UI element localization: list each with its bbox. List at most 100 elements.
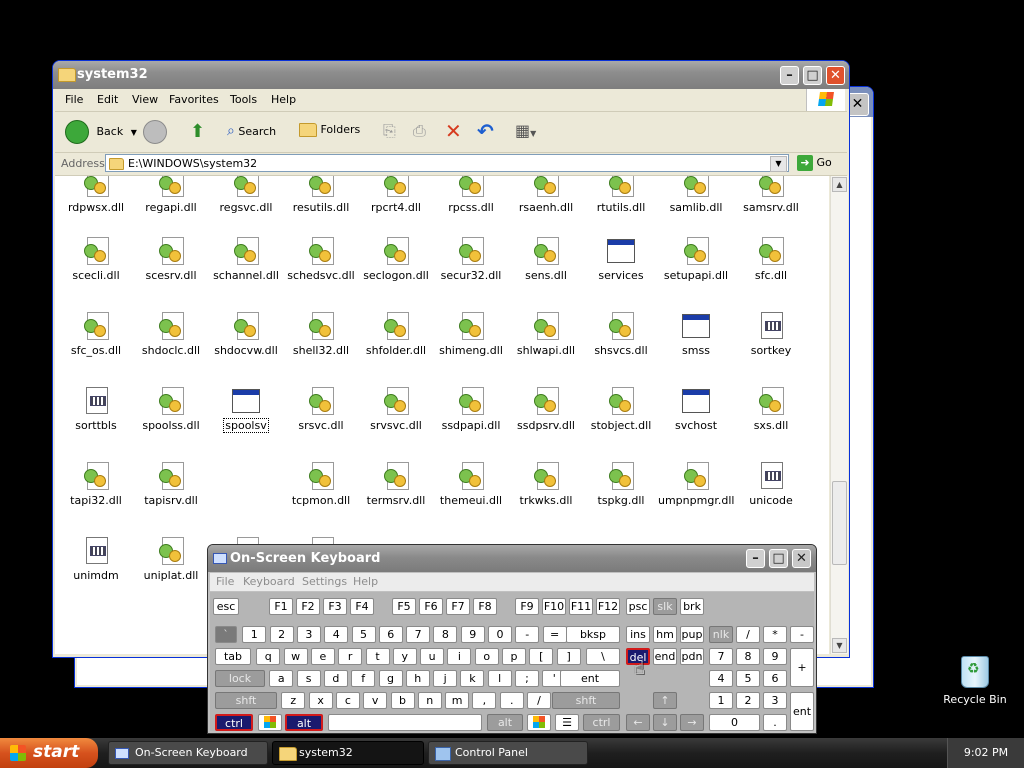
scroll-thumb[interactable] xyxy=(832,481,847,565)
on-screen-keyboard-window[interactable]: On-Screen Keyboard – □ ✕ File Keyboard S… xyxy=(207,544,817,734)
address-input[interactable]: E:\WINDOWS\system32 ▼ xyxy=(105,154,789,172)
key-esc[interactable]: esc xyxy=(213,598,239,615)
key-row4-7[interactable]: j xyxy=(433,670,458,687)
key-row2-11[interactable]: - xyxy=(515,626,540,643)
key-slk[interactable]: slk xyxy=(653,598,677,615)
osk-minimize-button[interactable]: – xyxy=(746,549,765,568)
file-item[interactable]: shdocvw.dll xyxy=(208,311,284,357)
key-row2-7[interactable]: 7 xyxy=(406,626,431,643)
key-row2-2[interactable]: 2 xyxy=(269,626,294,643)
key-num-4[interactable]: 4 xyxy=(709,670,733,687)
file-item[interactable]: scecli.dll xyxy=(58,236,134,282)
file-item[interactable]: unimdm xyxy=(58,536,134,582)
explorer-titlebar[interactable]: system32 – □ ✕ xyxy=(53,61,849,89)
undo-icon[interactable]: ↶ xyxy=(477,119,494,143)
key-row3-4[interactable]: r xyxy=(338,648,363,665)
key-row3-11[interactable]: [ xyxy=(529,648,554,665)
key-row3-1[interactable]: q xyxy=(256,648,281,665)
key-backtick[interactable]: ` xyxy=(215,626,237,643)
key-row3-2[interactable]: w xyxy=(283,648,308,665)
key-row5-4[interactable]: v xyxy=(363,692,388,709)
menu-help[interactable]: Help xyxy=(271,93,296,106)
key-num-9[interactable]: 9 xyxy=(763,648,787,665)
file-item[interactable]: unicode xyxy=(733,461,809,507)
file-item[interactable]: tspkg.dll xyxy=(583,461,659,507)
file-item[interactable]: shlwapi.dll xyxy=(508,311,584,357)
key-left-windows[interactable] xyxy=(258,714,282,731)
file-item[interactable]: seclogon.dll xyxy=(358,236,434,282)
file-item[interactable]: sortkey xyxy=(733,311,809,357)
key-row4-9[interactable]: l xyxy=(487,670,512,687)
task-control-panel[interactable]: Control Panel xyxy=(428,741,588,765)
osk-menu-settings[interactable]: Settings xyxy=(302,575,347,588)
file-item[interactable]: sfc_os.dll xyxy=(58,311,134,357)
key-num-2[interactable]: 2 xyxy=(736,692,760,709)
file-item[interactable]: services xyxy=(583,236,659,282)
key-row2-9[interactable]: 9 xyxy=(460,626,485,643)
key-num-1[interactable]: 1 xyxy=(709,692,733,709)
key-brk[interactable]: brk xyxy=(680,598,704,615)
go-button[interactable]: ➜ Go xyxy=(797,155,832,171)
menu-view[interactable]: View xyxy=(132,93,158,106)
menu-edit[interactable]: Edit xyxy=(97,93,118,106)
menu-favorites[interactable]: Favorites xyxy=(169,93,219,106)
file-item[interactable]: uniplat.dll xyxy=(133,536,209,582)
key-menu[interactable]: ☰ xyxy=(555,714,579,731)
views-icon[interactable]: ▦▼ xyxy=(515,121,536,140)
forward-button[interactable] xyxy=(143,120,167,144)
file-item[interactable]: rpcrt4.dll xyxy=(358,176,434,214)
key-num-multiply[interactable]: * xyxy=(763,626,787,643)
key-f12[interactable]: F12 xyxy=(596,598,620,615)
file-item[interactable]: tcpmon.dll xyxy=(283,461,359,507)
file-item[interactable]: secur32.dll xyxy=(433,236,509,282)
key-row3-10[interactable]: p xyxy=(502,648,526,665)
file-item[interactable]: rpcss.dll xyxy=(433,176,509,214)
key-left-shift[interactable]: shft xyxy=(215,692,277,709)
file-item[interactable]: smss xyxy=(658,311,734,357)
file-item[interactable]: spoolss.dll xyxy=(133,386,209,432)
key-f2[interactable]: F2 xyxy=(296,598,320,615)
key-num-0[interactable]: 0 xyxy=(709,714,760,731)
key-row2-8[interactable]: 8 xyxy=(433,626,458,643)
file-item[interactable]: rtutils.dll xyxy=(583,176,659,214)
key-row5-10[interactable]: / xyxy=(527,692,551,709)
file-item[interactable]: svchost xyxy=(658,386,734,432)
key-f8[interactable]: F8 xyxy=(473,598,497,615)
osk-maximize-button[interactable]: □ xyxy=(769,549,788,568)
osk-menu-help[interactable]: Help xyxy=(353,575,378,588)
menu-tools[interactable]: Tools xyxy=(230,93,257,106)
search-button[interactable]: ⌕ Search xyxy=(227,123,276,139)
file-item[interactable]: shfolder.dll xyxy=(358,311,434,357)
address-dropdown-chevron-icon[interactable]: ▼ xyxy=(770,156,787,172)
file-item[interactable]: regsvc.dll xyxy=(208,176,284,214)
key-num-5[interactable]: 5 xyxy=(736,670,760,687)
key-enter[interactable]: ent xyxy=(560,670,620,687)
key-f10[interactable]: F10 xyxy=(542,598,566,615)
file-item[interactable]: sorttbls xyxy=(58,386,134,432)
task-on-screen-keyboard[interactable]: On-Screen Keyboard xyxy=(108,741,268,765)
key-left-arrow[interactable]: ← xyxy=(626,714,650,731)
key-row4-4[interactable]: f xyxy=(351,670,376,687)
close-button[interactable]: ✕ xyxy=(826,66,845,85)
key-left-alt[interactable]: alt xyxy=(285,714,323,731)
key-row5-6[interactable]: n xyxy=(417,692,442,709)
key-row5-1[interactable]: z xyxy=(281,692,306,709)
menu-file[interactable]: File xyxy=(65,93,83,106)
file-item[interactable]: shsvcs.dll xyxy=(583,311,659,357)
file-item[interactable]: rsaenh.dll xyxy=(508,176,584,214)
key-f6[interactable]: F6 xyxy=(419,598,443,615)
file-item[interactable]: umpnpmgr.dll xyxy=(658,461,734,507)
file-item[interactable]: schannel.dll xyxy=(208,236,284,282)
key-row3-6[interactable]: y xyxy=(392,648,417,665)
key-row4-6[interactable]: h xyxy=(405,670,430,687)
key-row4-5[interactable]: g xyxy=(378,670,403,687)
osk-menu-keyboard[interactable]: Keyboard xyxy=(243,575,295,588)
file-item[interactable]: samlib.dll xyxy=(658,176,734,214)
key-row3-12[interactable]: ] xyxy=(556,648,581,665)
file-item[interactable]: tapi32.dll xyxy=(58,461,134,507)
key-num-decimal[interactable]: . xyxy=(763,714,787,731)
key-pdn[interactable]: pdn xyxy=(680,648,704,665)
key-space[interactable] xyxy=(328,714,482,731)
maximize-button[interactable]: □ xyxy=(803,66,822,85)
file-item[interactable]: tapisrv.dll xyxy=(133,461,209,507)
